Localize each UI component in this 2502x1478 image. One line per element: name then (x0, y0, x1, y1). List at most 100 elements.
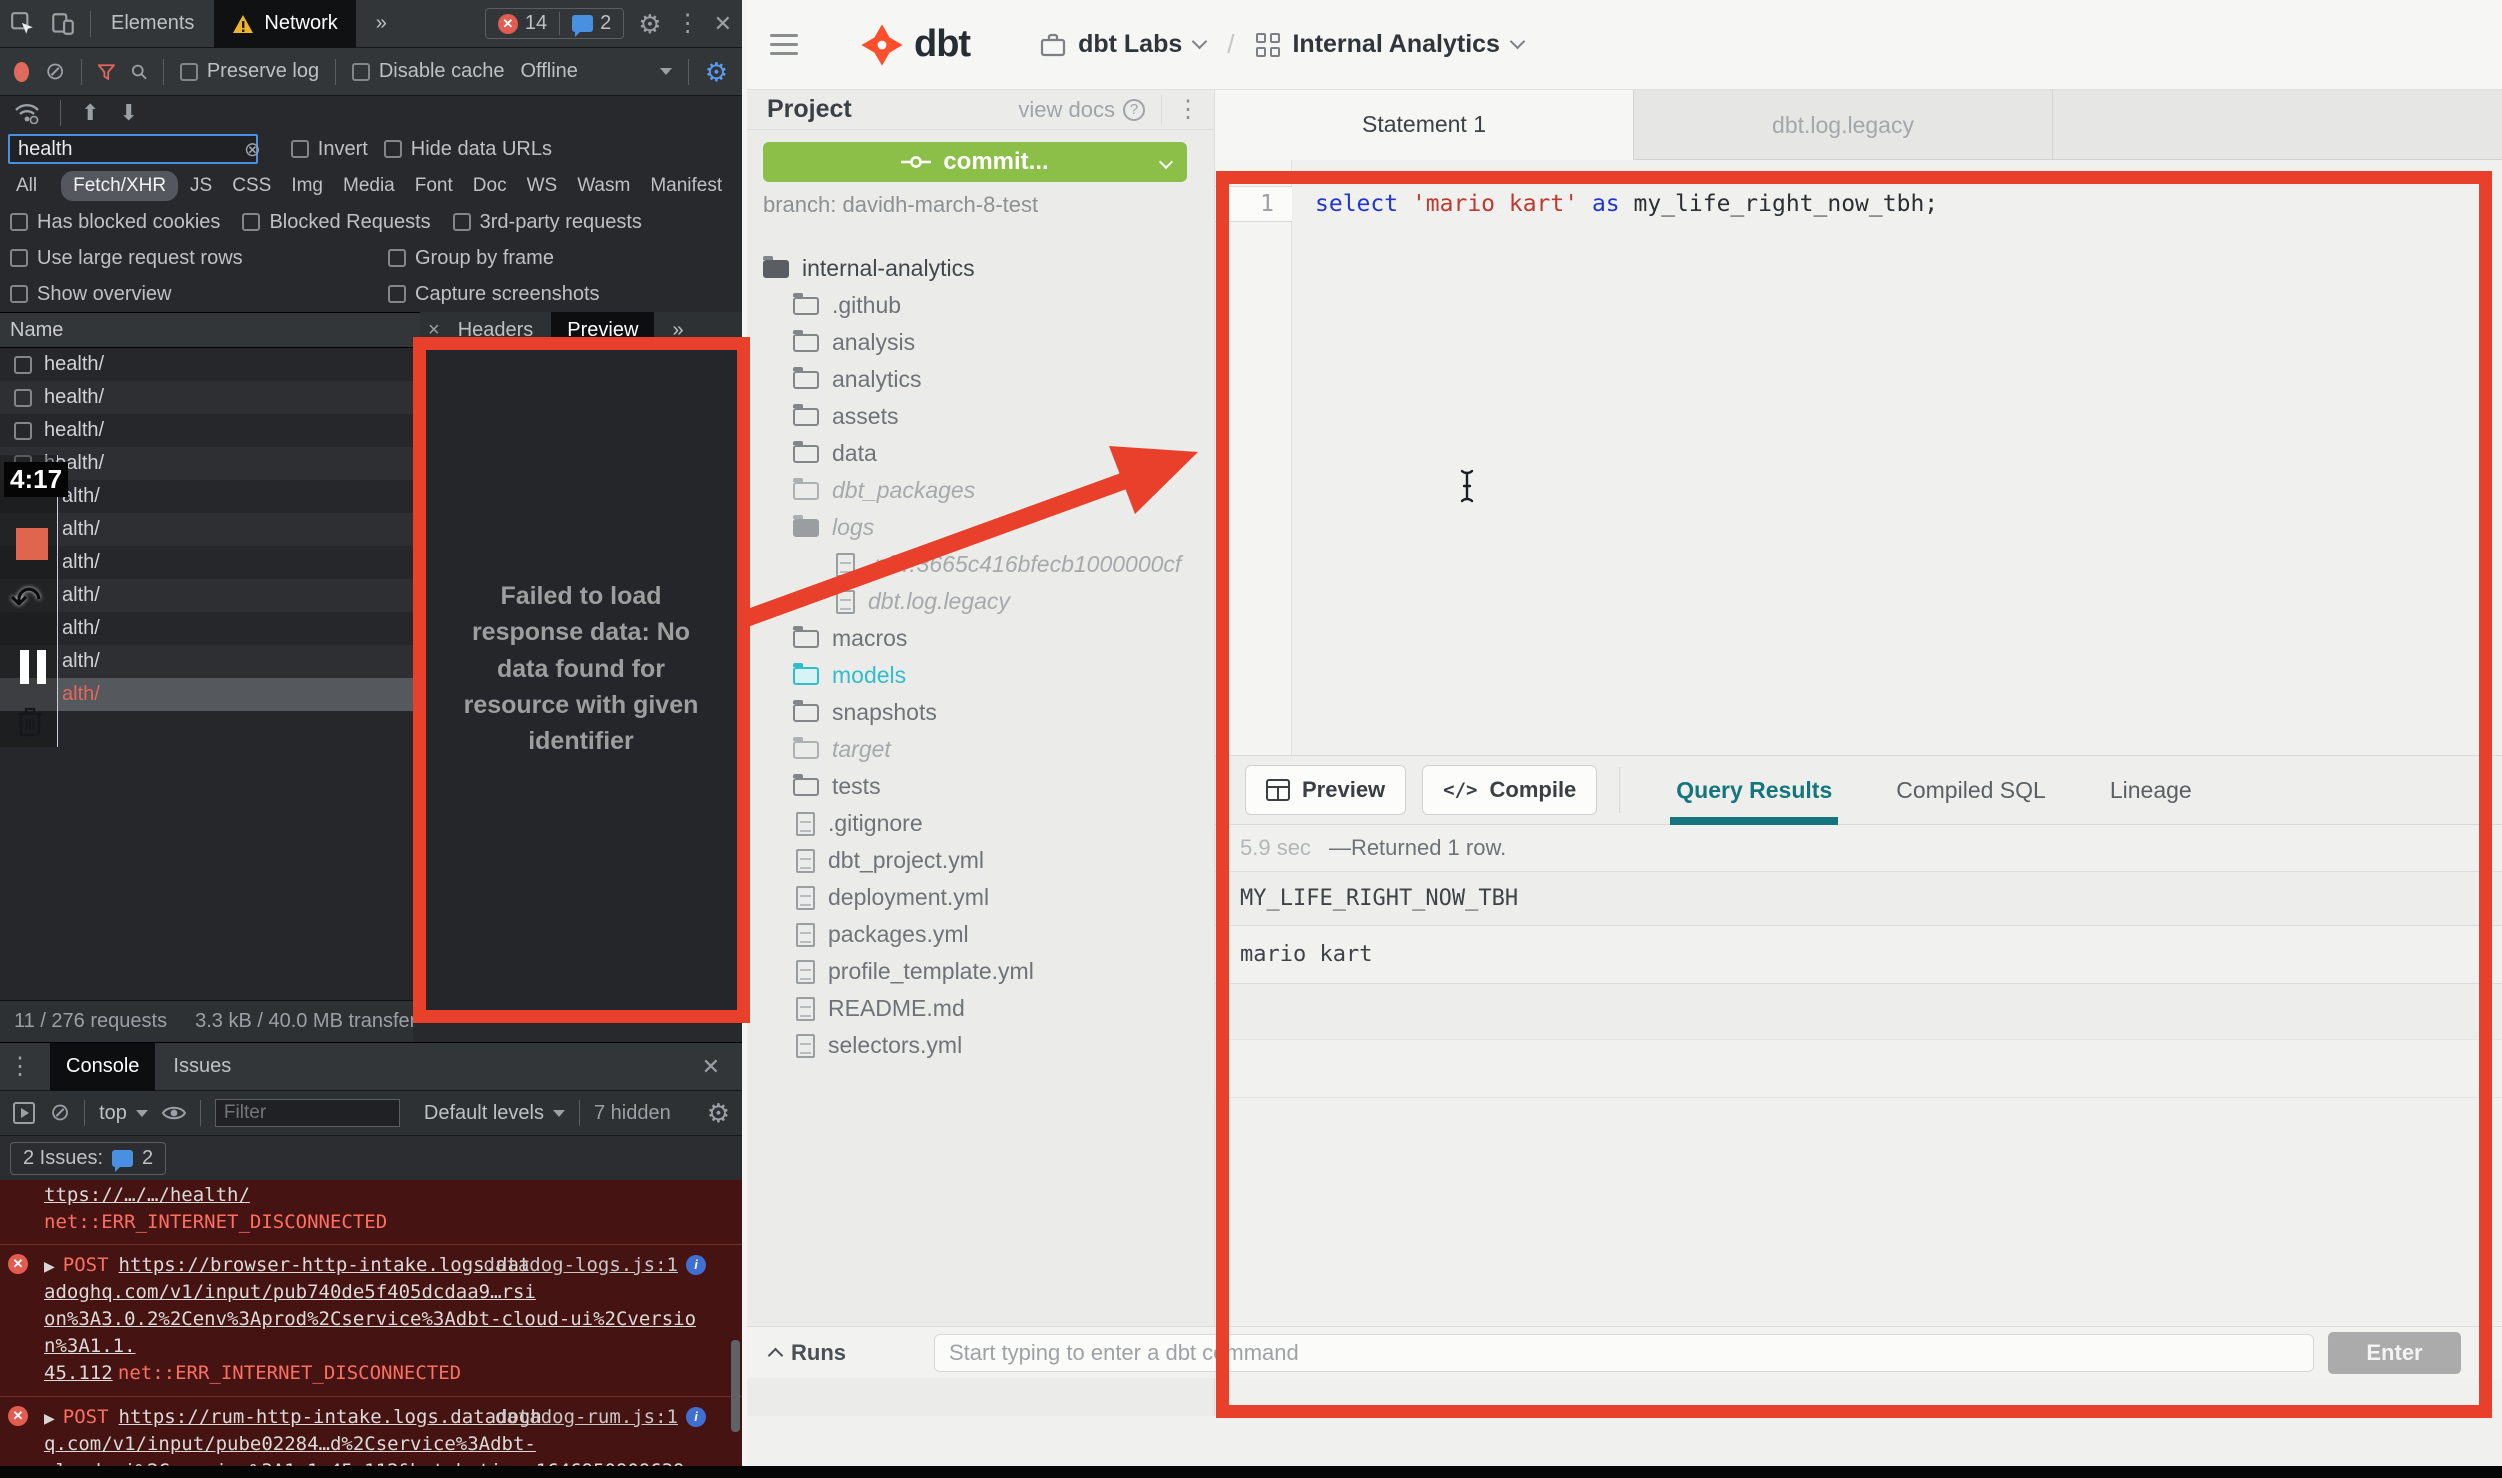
tree-folder-tests[interactable]: tests (747, 768, 1215, 805)
results-data-row[interactable]: mario kart (1215, 926, 2502, 984)
type-filter-media[interactable]: Media (335, 172, 403, 200)
blocked-requests-checkbox[interactable]: Blocked Requests (242, 211, 430, 234)
name-column-header[interactable]: Name (0, 312, 420, 348)
request-row-selected[interactable]: alth/ (0, 678, 420, 711)
console-settings-gear-icon[interactable]: ⚙ (707, 1100, 730, 1126)
preserve-log-checkbox[interactable]: Preserve log (180, 60, 319, 83)
tab-headers[interactable]: Headers (458, 319, 534, 342)
expand-arrow-icon[interactable]: ▶ (44, 1258, 55, 1274)
close-devtools-icon[interactable]: ✕ (714, 11, 732, 37)
console-scrollbar[interactable] (731, 1340, 740, 1432)
clear-filter-icon[interactable]: ⊗ (244, 137, 261, 162)
request-row[interactable]: health/ (0, 348, 420, 381)
filter-icon[interactable] (98, 62, 115, 82)
tree-file-dbt-project-yml[interactable]: dbt_project.yml (747, 842, 1215, 879)
tab-compiled-sql[interactable]: Compiled SQL (1896, 755, 2046, 825)
group-by-frame-checkbox[interactable]: Group by frame (388, 247, 554, 270)
error-link[interactable]: 45.112 (44, 1362, 113, 1384)
error-link[interactable]: https://rum-http-intake.logs.datadogh (119, 1406, 542, 1428)
tree-folder-models[interactable]: models (747, 657, 1215, 694)
error-link[interactable]: on%3A3.0.2%2Cenv%3Aprod%2Cservice%3Adbt-… (44, 1308, 696, 1357)
tree-folder-dbt-packages[interactable]: dbt_packages (747, 472, 1215, 509)
stop-icon[interactable] (16, 528, 48, 560)
issues-counter-button[interactable]: 2 Issues: 2 (10, 1142, 166, 1175)
tree-folder-assets[interactable]: assets (747, 398, 1215, 435)
tree-folder-github[interactable]: .github (747, 287, 1215, 324)
tree-folder-target[interactable]: target (747, 731, 1215, 768)
expand-arrow-icon[interactable]: ▶ (44, 1410, 55, 1426)
hamburger-menu-icon[interactable] (770, 34, 798, 55)
request-row[interactable]: alth/ (0, 645, 420, 678)
inspect-element-icon[interactable] (10, 11, 36, 37)
type-filter-font[interactable]: Font (407, 172, 461, 200)
tree-file-dbt-log-legacy[interactable]: dbt.log.legacy (747, 583, 1215, 620)
message-badge[interactable]: 2 (559, 12, 623, 35)
tree-file-profile-template-yml[interactable]: profile_template.yml (747, 953, 1215, 990)
clear-console-icon[interactable]: ⊘ (50, 1101, 70, 1125)
view-docs-link[interactable]: view docs ? (1018, 97, 1145, 123)
invert-checkbox[interactable]: Invert (291, 138, 368, 161)
request-row[interactable]: alth/ (0, 546, 420, 579)
tab-lineage[interactable]: Lineage (2110, 755, 2192, 825)
log-levels-select[interactable]: Default levels (424, 1102, 565, 1125)
eval-context-icon[interactable] (12, 1101, 36, 1125)
console-kebab-icon[interactable]: ⋮ (8, 1052, 32, 1081)
record-icon[interactable] (14, 62, 29, 82)
info-icon[interactable]: i (686, 1255, 706, 1275)
type-filter-js[interactable]: JS (182, 172, 220, 200)
tree-folder-data[interactable]: data (747, 435, 1215, 472)
capture-screenshots-checkbox[interactable]: Capture screenshots (388, 283, 600, 306)
export-har-icon[interactable]: ⬇ (119, 102, 137, 124)
source-link[interactable]: datadog-rum.js:1 (495, 1404, 678, 1430)
close-console-icon[interactable]: ✕ (702, 1054, 734, 1080)
code-line[interactable]: select 'mario kart' as my_life_right_now… (1315, 186, 1938, 222)
tab-network[interactable]: Network (214, 0, 355, 48)
disable-cache-checkbox[interactable]: Disable cache (352, 60, 505, 83)
tree-file-packages-yml[interactable]: packages.yml (747, 916, 1215, 953)
commit-button[interactable]: commit... (763, 142, 1187, 182)
type-filter-fetch-xhr[interactable]: Fetch/XHR (61, 171, 178, 201)
more-detail-tabs-icon[interactable]: » (672, 319, 683, 342)
console-error[interactable]: ttps://…/…/health/ net::ERR_INTERNET_DIS… (0, 1180, 742, 1244)
close-detail-icon[interactable]: × (428, 319, 440, 342)
tree-folder-internal-analytics[interactable]: internal-analytics (747, 250, 1215, 287)
issue-badges[interactable]: ✕ 14 2 (485, 8, 624, 39)
more-tabs-icon[interactable]: » (370, 12, 393, 35)
tab-console[interactable]: Console (50, 1043, 155, 1091)
throttling-select[interactable]: Offline (520, 60, 577, 83)
tree-folder-analysis[interactable]: analysis (747, 324, 1215, 361)
error-link[interactable]: adoghq.com/v1/input/pub740de5f405dcdaa9…… (44, 1281, 536, 1303)
type-filter-doc[interactable]: Doc (465, 172, 515, 200)
hide-data-urls-checkbox[interactable]: Hide data URLs (384, 138, 552, 161)
error-link[interactable]: https://browser-http-intake.logs.dat (119, 1254, 531, 1276)
runs-toggle[interactable]: Runs (770, 1340, 846, 1366)
throttle-wifi-icon[interactable] (14, 102, 40, 124)
tree-file-readme-md[interactable]: README.md (747, 990, 1215, 1027)
tree-folder-snapshots[interactable]: snapshots (747, 694, 1215, 731)
undo-icon[interactable]: ↶ (10, 578, 42, 623)
tab-query-results[interactable]: Query Results (1676, 755, 1832, 825)
import-har-icon[interactable]: ⬆ (81, 102, 99, 124)
enter-button[interactable]: Enter (2328, 1332, 2461, 1374)
sql-editor[interactable]: 1 select 'mario kart' as my_life_right_n… (1215, 160, 2502, 755)
tree-folder-logs[interactable]: logs (747, 509, 1215, 546)
request-row[interactable]: alth/ (0, 612, 420, 645)
error-badge[interactable]: ✕ 14 (486, 12, 559, 35)
tree-folder-analytics[interactable]: analytics (747, 361, 1215, 398)
tree-folder-macros[interactable]: macros (747, 620, 1215, 657)
sidebar-kebab-icon[interactable]: ⋮ (1161, 95, 1200, 124)
tree-file-nf-log[interactable]: .nf…3665c416bfecb1000000cf (747, 546, 1215, 583)
tab-elements[interactable]: Elements (105, 12, 200, 35)
console-filter-input[interactable] (215, 1099, 400, 1127)
has-blocked-cookies-checkbox[interactable]: Has blocked cookies (10, 211, 220, 234)
type-filter-manifest[interactable]: Manifest (642, 172, 730, 200)
trash-icon[interactable] (16, 706, 44, 738)
type-filter-img[interactable]: Img (283, 172, 331, 200)
settings-gear-icon[interactable]: ⚙ (638, 11, 661, 37)
type-filter-ws[interactable]: WS (519, 172, 566, 200)
live-expression-icon[interactable] (162, 1104, 186, 1122)
request-row[interactable]: alth/ (0, 579, 420, 612)
search-icon[interactable] (131, 61, 148, 83)
compile-button[interactable]: </> Compile (1422, 765, 1597, 815)
tab-statement-1[interactable]: Statement 1 (1215, 90, 1634, 160)
